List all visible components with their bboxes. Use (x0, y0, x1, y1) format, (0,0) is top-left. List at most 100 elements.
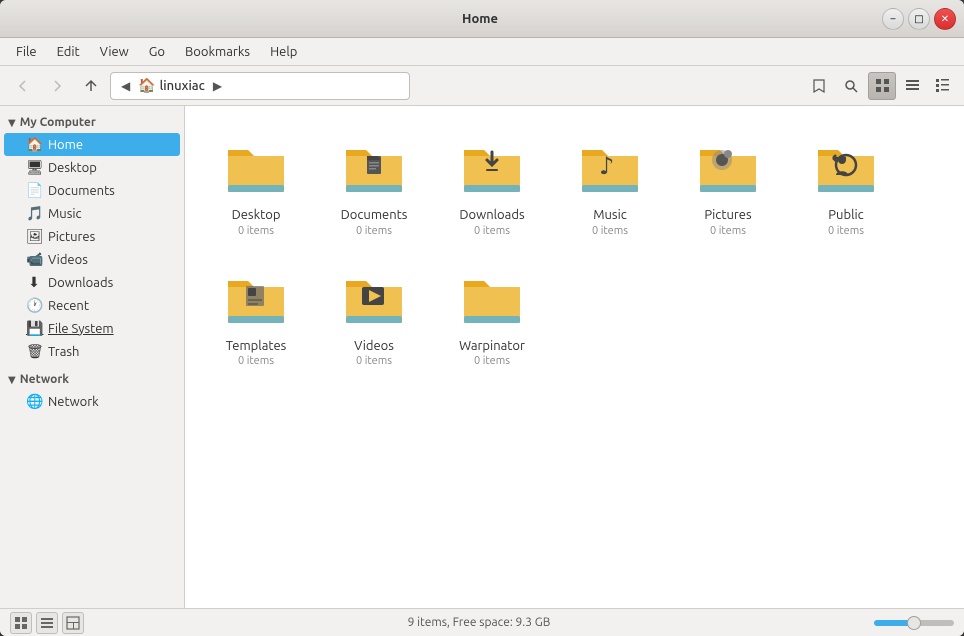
bookmark-button[interactable] (804, 71, 834, 101)
folder-icon-templates (220, 261, 292, 333)
folder-icon-music: ♪ (574, 130, 646, 202)
folder-icon-documents (338, 130, 410, 202)
file-item-desktop[interactable]: Desktop0 items (201, 122, 311, 245)
statusbar-text: 9 items, Free space: 9.3 GB (84, 616, 874, 629)
view-list-button[interactable] (898, 72, 926, 100)
home-icon: 🏠 (26, 136, 42, 153)
zoom-area (874, 620, 954, 626)
forward-button[interactable] (42, 71, 72, 101)
file-item-videos[interactable]: Videos0 items (319, 253, 429, 376)
sidebar-item-documents[interactable]: 📄 Documents (4, 179, 180, 202)
file-item-music[interactable]: ♪ Music0 items (555, 122, 665, 245)
location-right-arrow[interactable]: ▶ (209, 77, 226, 95)
file-count-desktop: 0 items (238, 225, 274, 237)
folder-icon-public (810, 130, 882, 202)
up-button[interactable] (76, 71, 106, 101)
menubar: File Edit View Go Bookmarks Help (0, 38, 964, 66)
file-count-templates: 0 items (238, 355, 274, 367)
menu-bookmarks[interactable]: Bookmarks (177, 42, 258, 62)
desktop-icon: 🖥 (26, 159, 42, 176)
statusbar-sort-button[interactable] (36, 612, 58, 634)
location-left-arrow[interactable]: ◀ (117, 77, 134, 95)
folder-icon-desktop (220, 130, 292, 202)
menu-go[interactable]: Go (141, 42, 173, 62)
file-name-templates: Templates (226, 339, 287, 355)
file-area: Desktop0 items Documents0 items (185, 106, 964, 608)
music-icon: 🎵 (26, 205, 42, 222)
search-button[interactable] (836, 71, 866, 101)
pictures-icon: 🖼 (26, 228, 42, 245)
sidebar-item-desktop[interactable]: 🖥 Desktop (4, 156, 180, 179)
window-title: Home (78, 12, 882, 26)
folder-icon-warpinator (456, 261, 528, 333)
location-bar: ◀ 🏠 linuxiac ▶ (110, 72, 410, 100)
view-icons-button[interactable] (868, 72, 896, 100)
trash-icon: 🗑 (26, 343, 42, 360)
sidebar-item-trash[interactable]: 🗑 Trash (4, 340, 180, 363)
menu-edit[interactable]: Edit (49, 42, 88, 62)
maximize-button[interactable]: □ (908, 8, 930, 30)
sidebar-item-network[interactable]: 🌐 Network (4, 390, 180, 413)
file-item-pictures[interactable]: Pictures0 items (673, 122, 783, 245)
sidebar-item-recent[interactable]: 🕐 Recent (4, 294, 180, 317)
sidebar-item-home-label: Home (48, 138, 83, 152)
file-item-templates[interactable]: Templates0 items (201, 253, 311, 376)
sidebar-item-videos-label: Videos (48, 253, 88, 267)
zoom-thumb[interactable] (907, 616, 921, 630)
file-count-music: 0 items (592, 225, 628, 237)
back-button[interactable] (8, 71, 38, 101)
toolbar: ◀ 🏠 linuxiac ▶ (0, 66, 964, 106)
main-area: ▼ My Computer 🏠 Home 🖥 Desktop 📄 Documen… (0, 106, 964, 608)
menu-file[interactable]: File (8, 42, 45, 62)
file-name-music: Music (593, 208, 627, 224)
filesystem-icon: 💾 (26, 320, 42, 337)
sidebar-item-music[interactable]: 🎵 Music (4, 202, 180, 225)
documents-icon: 📄 (26, 182, 42, 199)
minimize-button[interactable]: – (882, 8, 904, 30)
folder-icon-videos (338, 261, 410, 333)
titlebar: Home – □ ✕ (0, 0, 964, 38)
network-arrow: ▼ (8, 374, 16, 386)
sidebar-item-videos[interactable]: 📹 Videos (4, 248, 180, 271)
sidebar-item-desktop-label: Desktop (48, 161, 97, 175)
toolbar-right (804, 71, 956, 101)
file-item-warpinator[interactable]: Warpinator0 items (437, 253, 547, 376)
file-count-videos: 0 items (356, 355, 392, 367)
sidebar-item-filesystem-label: File System (48, 322, 114, 336)
statusbar-browse-button[interactable] (10, 612, 32, 634)
location-text: linuxiac (160, 79, 205, 93)
sidebar-item-pictures[interactable]: 🖼 Pictures (4, 225, 180, 248)
file-count-public: 0 items (828, 225, 864, 237)
sidebar-item-recent-label: Recent (48, 299, 89, 313)
sidebar-item-filesystem[interactable]: 💾 File System (4, 317, 180, 340)
videos-icon: 📹 (26, 251, 42, 268)
sidebar-item-home[interactable]: 🏠 Home (4, 133, 180, 156)
file-name-videos: Videos (354, 339, 394, 355)
file-count-pictures: 0 items (710, 225, 746, 237)
menu-view[interactable]: View (92, 42, 137, 62)
folder-icon-pictures (692, 130, 764, 202)
zoom-track[interactable] (874, 620, 954, 626)
sidebar-item-music-label: Music (48, 207, 82, 221)
close-button[interactable]: ✕ (934, 8, 956, 30)
statusbar-panel-button[interactable] (62, 612, 84, 634)
sidebar-item-downloads[interactable]: ⬇ Downloads (4, 271, 180, 294)
file-item-documents[interactable]: Documents0 items (319, 122, 429, 245)
file-name-documents: Documents (341, 208, 408, 224)
statusbar-left (10, 612, 84, 634)
sidebar-item-downloads-label: Downloads (48, 276, 113, 290)
view-compact-button[interactable] (928, 72, 956, 100)
file-name-warpinator: Warpinator (459, 339, 525, 355)
file-item-downloads[interactable]: Downloads0 items (437, 122, 547, 245)
file-name-downloads: Downloads (459, 208, 524, 224)
svg-text:♪: ♪ (599, 152, 614, 179)
downloads-icon: ⬇ (26, 274, 42, 291)
main-window: Home – □ ✕ File Edit View Go Bookmarks H… (0, 0, 964, 636)
file-item-public[interactable]: Public0 items (791, 122, 901, 245)
sidebar-section-network[interactable]: ▼ Network (0, 369, 184, 390)
file-name-pictures: Pictures (704, 208, 751, 224)
menu-help[interactable]: Help (262, 42, 305, 62)
sidebar-section-my-computer[interactable]: ▼ My Computer (0, 112, 184, 133)
network-section-label: Network (20, 373, 69, 386)
location-home-icon: 🏠 (138, 77, 155, 94)
